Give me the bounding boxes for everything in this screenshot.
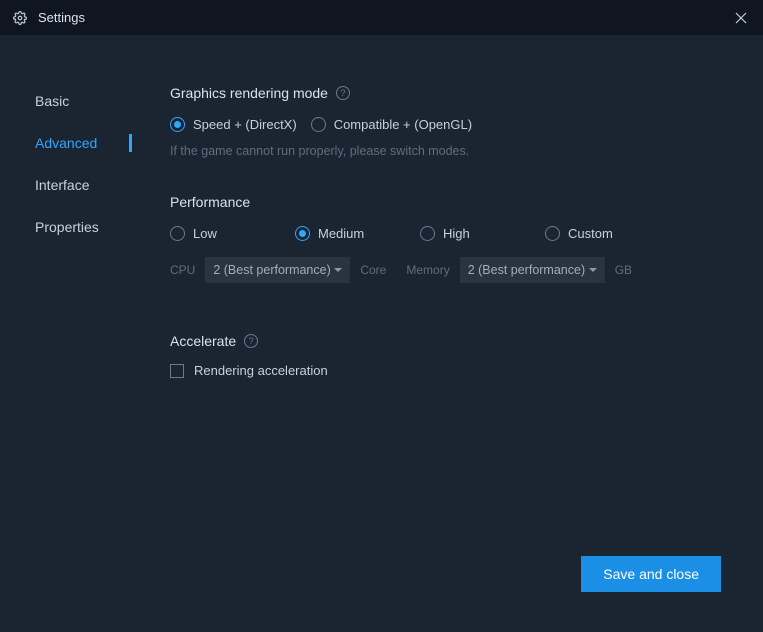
sidebar-item-basic[interactable]: Basic	[0, 80, 150, 122]
gb-label: GB	[615, 263, 632, 277]
help-icon[interactable]: ?	[244, 334, 258, 348]
memory-value: 2 (Best performance)	[468, 263, 585, 277]
sidebar-item-properties[interactable]: Properties	[0, 206, 150, 248]
radio-label: Compatible + (OpenGL)	[334, 117, 472, 132]
memory-label: Memory	[406, 263, 449, 277]
radio-icon	[295, 226, 310, 241]
sidebar-item-label: Basic	[35, 93, 69, 109]
sidebar-item-interface[interactable]: Interface	[0, 164, 150, 206]
sidebar-item-label: Properties	[35, 219, 99, 235]
radio-icon	[311, 117, 326, 132]
sidebar-item-advanced[interactable]: Advanced	[0, 122, 150, 164]
save-and-close-button[interactable]: Save and close	[581, 556, 721, 592]
cpu-label: CPU	[170, 263, 195, 277]
radio-label: Custom	[568, 226, 613, 241]
radio-icon	[420, 226, 435, 241]
graphics-radio-group: Speed + (DirectX) Compatible + (OpenGL)	[170, 117, 743, 132]
rendering-acceleration-checkbox[interactable]: Rendering acceleration	[170, 363, 743, 378]
titlebar: Settings	[0, 0, 763, 35]
window-title: Settings	[38, 10, 85, 25]
radio-icon	[545, 226, 560, 241]
graphics-title: Graphics rendering mode	[170, 85, 328, 101]
checkbox-icon	[170, 364, 184, 378]
cpu-dropdown[interactable]: 2 (Best performance)	[205, 257, 350, 283]
sidebar-item-label: Advanced	[35, 135, 97, 151]
performance-title: Performance	[170, 194, 743, 210]
radio-icon	[170, 226, 185, 241]
cpu-value: 2 (Best performance)	[213, 263, 330, 277]
sidebar-item-label: Interface	[35, 177, 89, 193]
radio-speed-directx[interactable]: Speed + (DirectX)	[170, 117, 297, 132]
radio-label: Speed + (DirectX)	[193, 117, 297, 132]
accelerate-title: Accelerate	[170, 333, 236, 349]
checkbox-label: Rendering acceleration	[194, 363, 328, 378]
radio-low[interactable]: Low	[170, 226, 295, 241]
memory-dropdown[interactable]: 2 (Best performance)	[460, 257, 605, 283]
close-icon[interactable]	[731, 8, 751, 28]
accelerate-title-row: Accelerate ?	[170, 333, 743, 349]
radio-icon	[170, 117, 185, 132]
sidebar: Basic Advanced Interface Properties	[0, 35, 150, 632]
main-panel: Graphics rendering mode ? Speed + (Direc…	[150, 35, 763, 632]
graphics-title-row: Graphics rendering mode ?	[170, 85, 743, 101]
radio-compatible-opengl[interactable]: Compatible + (OpenGL)	[311, 117, 472, 132]
radio-medium[interactable]: Medium	[295, 226, 420, 241]
chevron-down-icon	[589, 268, 597, 272]
gear-icon	[12, 10, 28, 26]
performance-resources: CPU 2 (Best performance) Core Memory 2 (…	[170, 257, 743, 283]
radio-label: Low	[193, 226, 217, 241]
graphics-hint: If the game cannot run properly, please …	[170, 144, 743, 158]
help-icon[interactable]: ?	[336, 86, 350, 100]
chevron-down-icon	[334, 268, 342, 272]
radio-label: Medium	[318, 226, 364, 241]
radio-custom[interactable]: Custom	[545, 226, 670, 241]
radio-high[interactable]: High	[420, 226, 545, 241]
performance-radio-group: Low Medium High Custom	[170, 226, 743, 241]
core-label: Core	[360, 263, 386, 277]
radio-label: High	[443, 226, 470, 241]
